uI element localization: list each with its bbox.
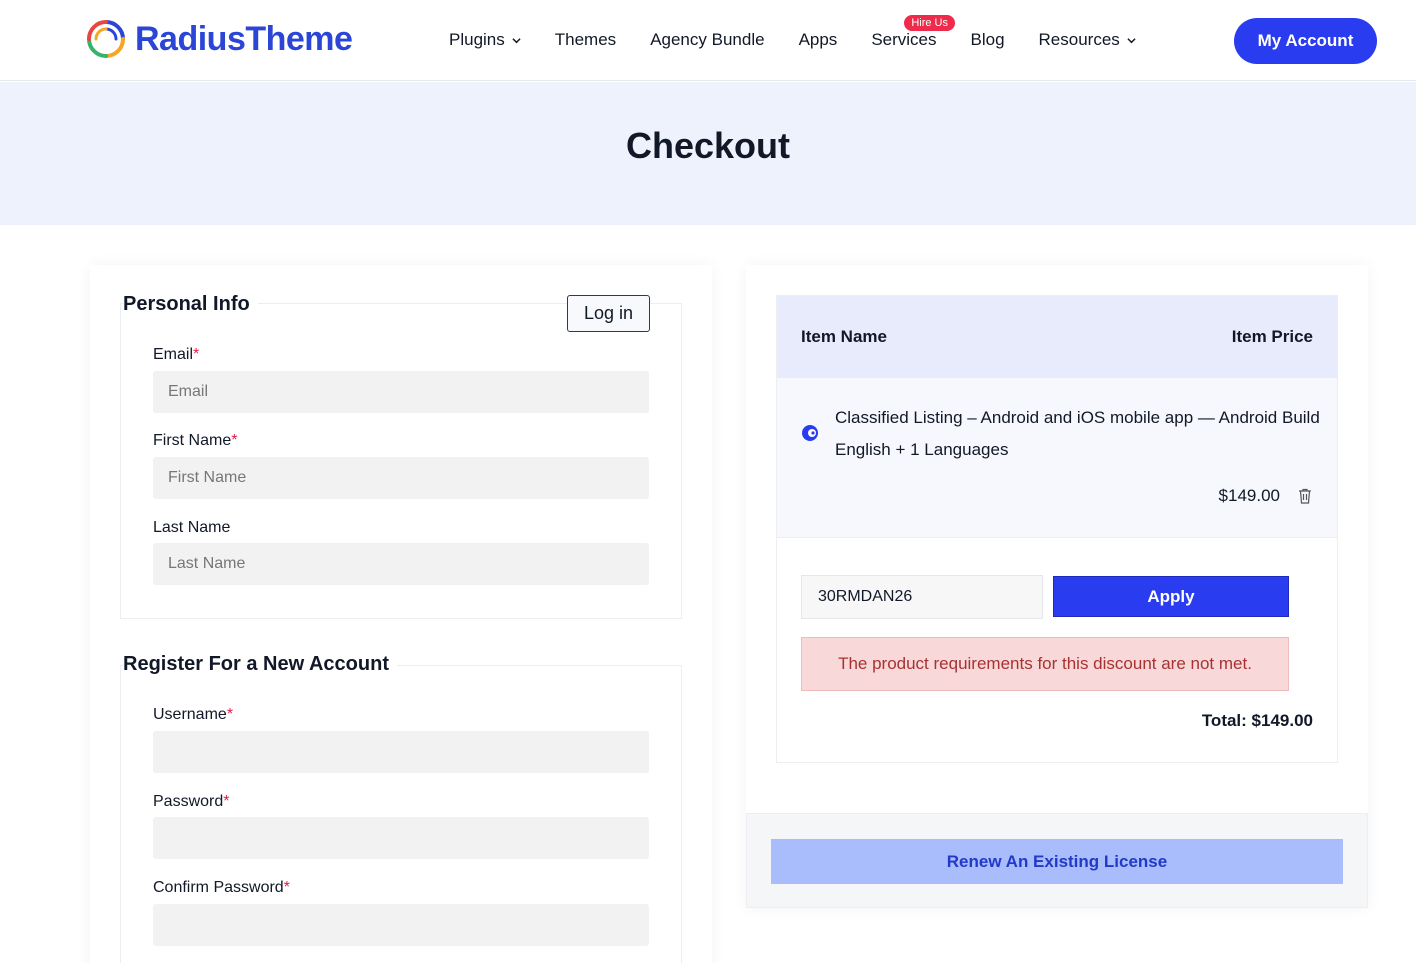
renew-license-section: Renew An Existing License: [746, 813, 1368, 908]
product-icon: [802, 425, 818, 441]
order-total: Total: $149.00: [1201, 711, 1313, 730]
username-label: Username*: [153, 706, 233, 724]
renew-license-button[interactable]: Renew An Existing License: [771, 839, 1343, 884]
first-name-field[interactable]: [153, 457, 649, 499]
coupon-code-input[interactable]: [801, 575, 1043, 619]
password-field[interactable]: [153, 817, 649, 859]
nav-item-services[interactable]: Hire Us Services: [871, 15, 955, 50]
main-nav: Plugins Themes Agency Bundle Apps Hire U…: [449, 15, 1170, 50]
nav-item-resources[interactable]: Resources: [1039, 30, 1136, 50]
page-title: Checkout: [625, 125, 791, 166]
order-table-header: Item Name Item Price: [777, 296, 1337, 378]
confirm-password-label: Confirm Password*: [153, 879, 290, 897]
register-heading: Register For a New Account: [123, 653, 397, 676]
nav-item-apps[interactable]: Apps: [799, 30, 838, 50]
order-table: Item Name Item Price Classified Listing …: [776, 295, 1338, 763]
first-name-label-text: First Name: [153, 432, 232, 449]
chevron-down-icon: [512, 37, 521, 43]
nav-label: Agency Bundle: [650, 30, 765, 49]
order-item-row: Classified Listing – Android and iOS mob…: [777, 378, 1337, 538]
hire-us-badge: Hire Us: [904, 15, 955, 31]
username-label-text: Username: [153, 706, 227, 723]
nav-label: Blog: [970, 30, 1005, 49]
required-mark: *: [193, 346, 200, 363]
last-name-field[interactable]: [153, 543, 649, 585]
nav-label: Apps: [798, 30, 838, 49]
password-label: Password*: [153, 793, 229, 811]
last-name-label: Last Name: [153, 519, 231, 536]
apply-coupon-button[interactable]: Apply: [1053, 576, 1289, 617]
checkout-form-card: Personal Info Log in Email* First Name* …: [90, 265, 712, 963]
required-mark: *: [283, 879, 290, 896]
confirm-password-label-text: Confirm Password: [153, 879, 284, 896]
nav-label: Plugins: [449, 30, 505, 49]
radius-logo-icon: [87, 20, 125, 58]
email-field[interactable]: [153, 371, 649, 413]
order-summary-card: Item Name Item Price Classified Listing …: [746, 265, 1368, 908]
password-label-text: Password: [153, 793, 224, 810]
brand-logo[interactable]: RadiusTheme: [85, 18, 353, 60]
nav-label: Themes: [554, 30, 617, 49]
email-label: Email*: [153, 346, 199, 364]
email-label-text: Email: [153, 346, 194, 363]
discount-error-message: The product requirements for this discou…: [801, 637, 1289, 691]
personal-info-heading: Personal Info: [123, 293, 258, 316]
page-hero: Checkout: [0, 82, 1416, 225]
nav-item-blog[interactable]: Blog: [971, 30, 1005, 50]
log-in-button[interactable]: Log in: [567, 295, 650, 332]
site-header: RadiusTheme Plugins Themes Agency Bundle…: [0, 0, 1416, 81]
nav-item-agency-bundle[interactable]: Agency Bundle: [650, 30, 764, 50]
nav-item-themes[interactable]: Themes: [555, 30, 616, 50]
brand-name: RadiusTheme: [135, 19, 353, 58]
first-name-label: First Name*: [153, 432, 237, 450]
trash-icon[interactable]: [1298, 488, 1312, 504]
required-mark: *: [231, 432, 238, 449]
nav-label: Resources: [1038, 30, 1120, 49]
my-account-button[interactable]: My Account: [1234, 18, 1377, 64]
item-price: $149.00: [1218, 486, 1280, 505]
nav-label: Services: [871, 30, 937, 49]
username-field[interactable]: [153, 731, 649, 773]
nav-item-plugins[interactable]: Plugins: [449, 30, 521, 50]
chevron-down-icon: [1127, 37, 1136, 43]
item-name: Classified Listing – Android and iOS mob…: [835, 408, 1320, 459]
col-item-name: Item Name: [801, 327, 887, 346]
col-item-price: Item Price: [1231, 327, 1313, 346]
required-mark: *: [223, 793, 230, 810]
confirm-password-field[interactable]: [153, 904, 649, 946]
required-mark: *: [226, 706, 234, 723]
